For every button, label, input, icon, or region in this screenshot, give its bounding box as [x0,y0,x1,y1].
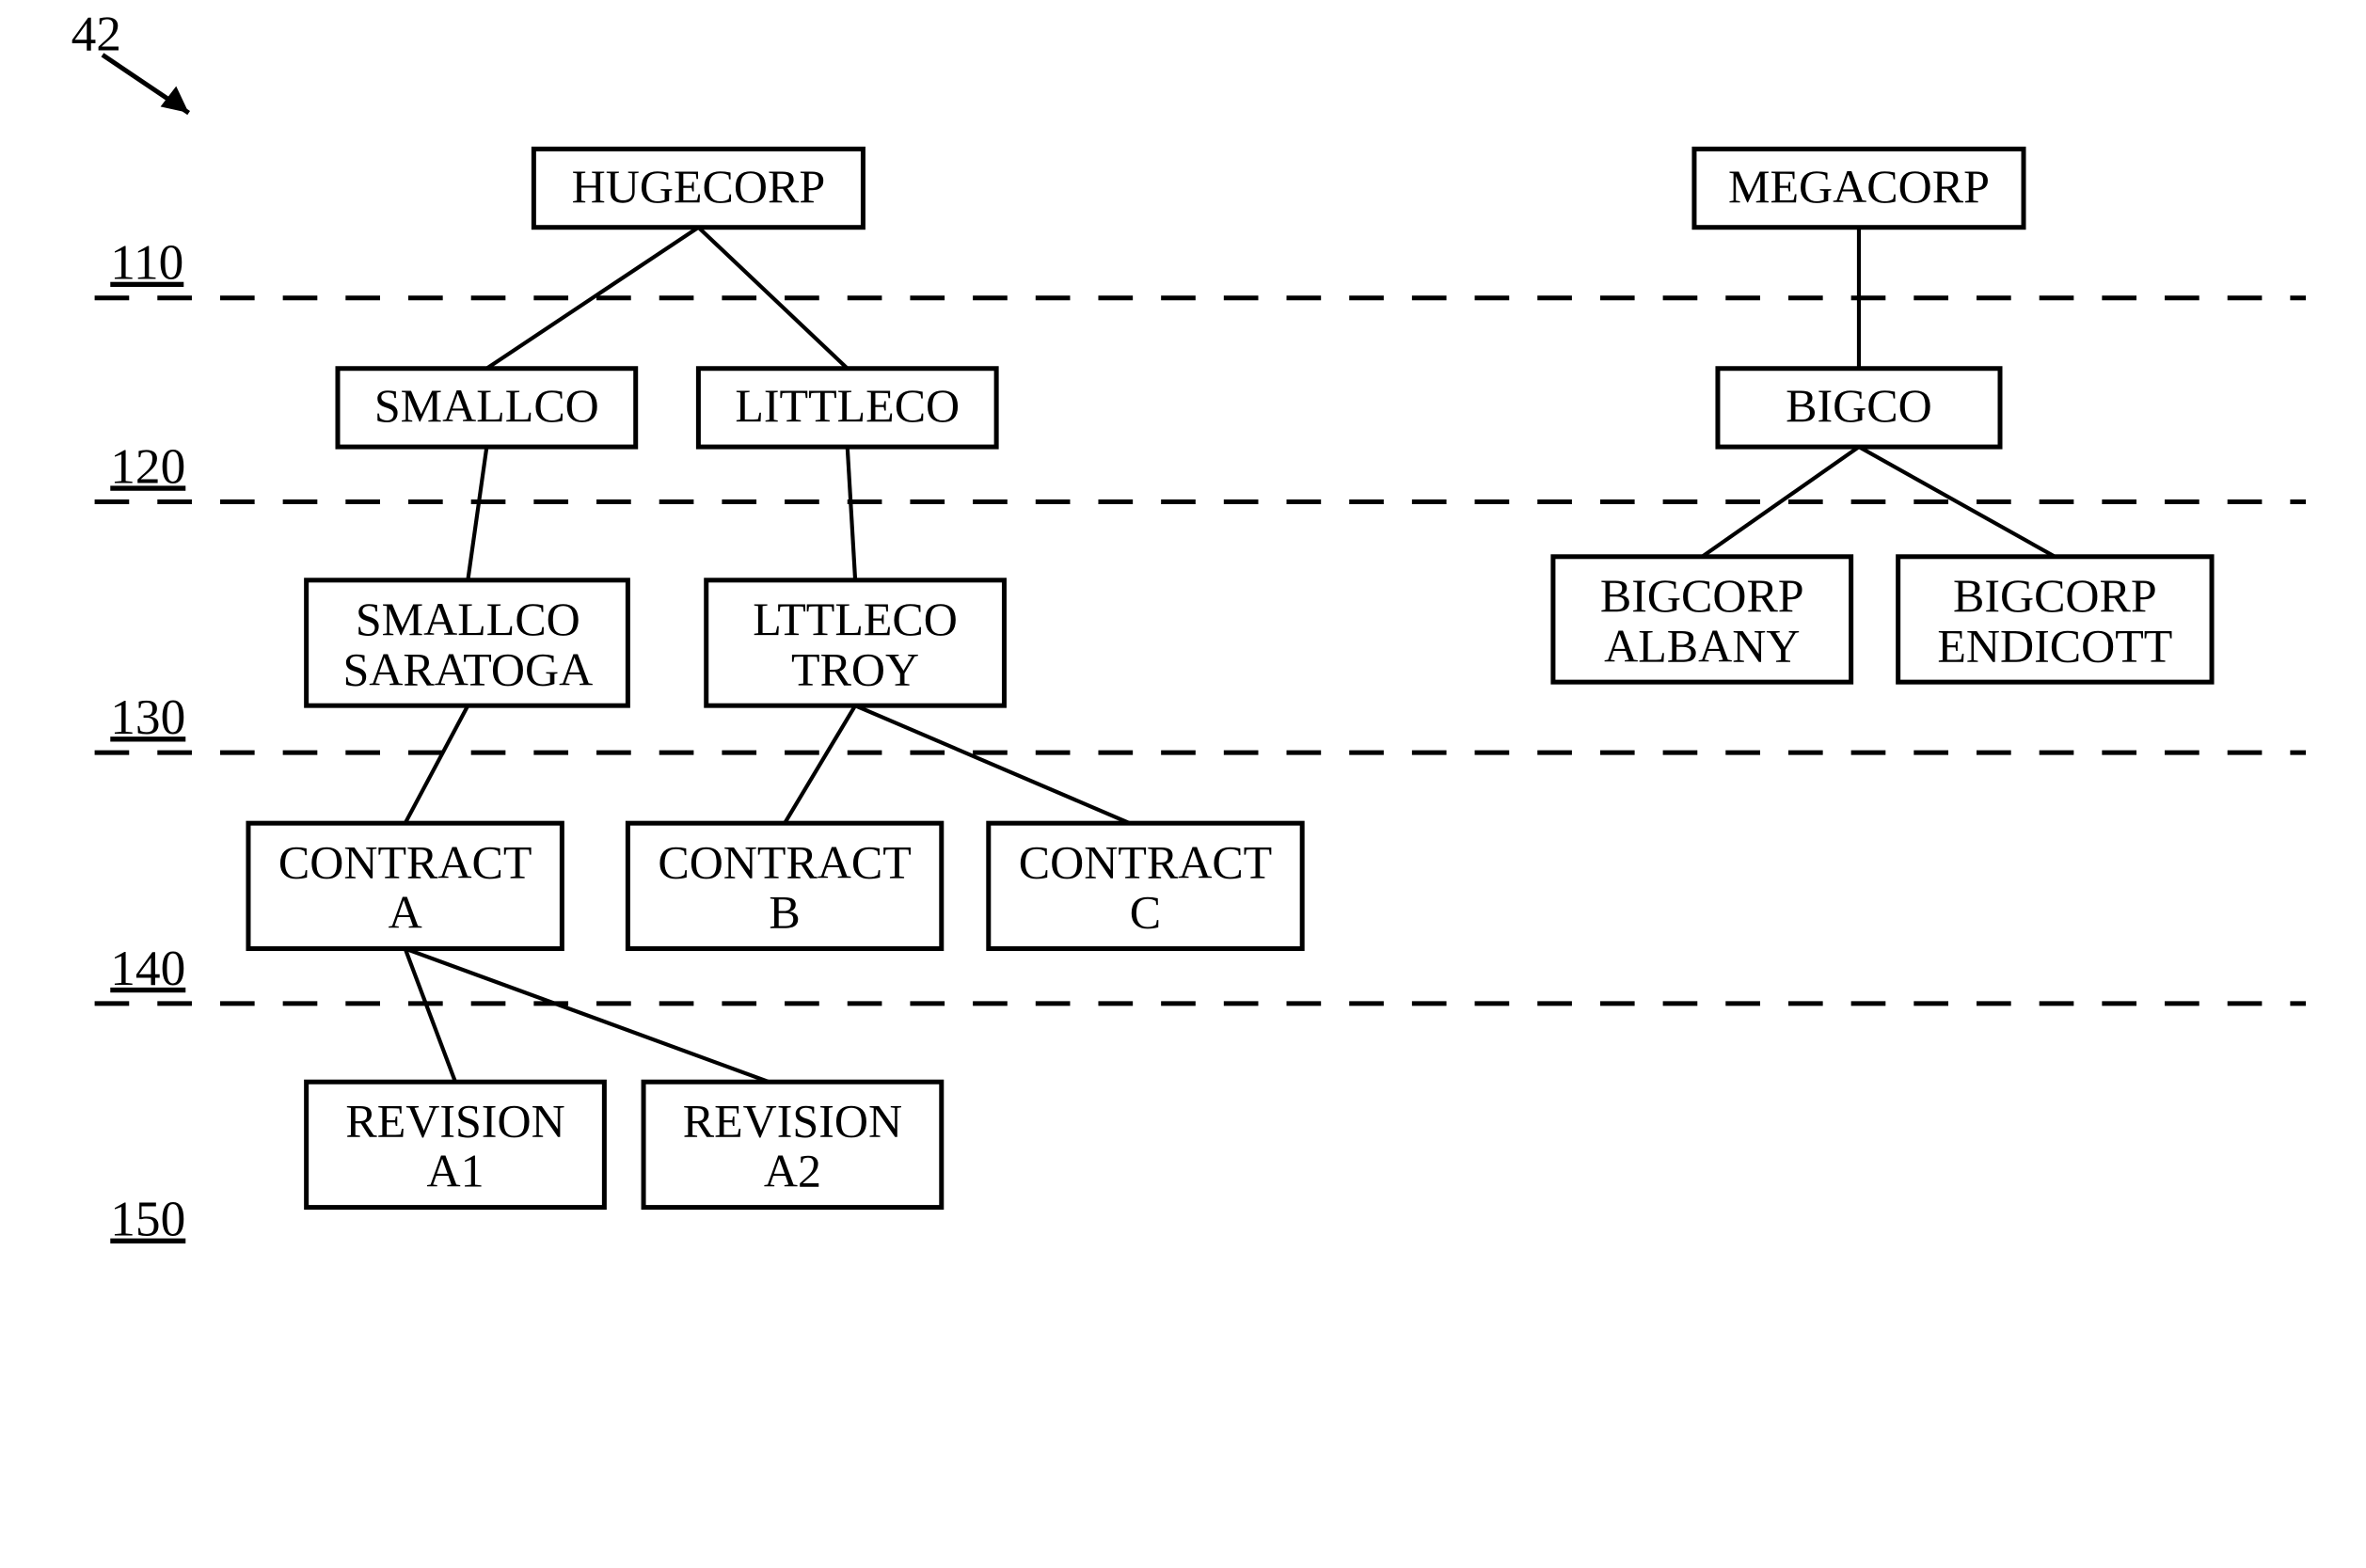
edge-contracta-reva2 [405,949,770,1083]
level-label-120: 120 [110,437,185,494]
node-smallco-saratoga-l1: SMALLCO [356,593,580,645]
node-lttleco-troy-l2: TROY [791,642,919,695]
node-contract-c-l2: C [1130,886,1161,939]
node-bigcorp-albany-l1: BIGCORP [1600,569,1804,622]
edge-hugecorp-littleco [698,228,847,369]
node-bigcorp-endicott-l2: ENDICOTT [1937,619,2172,672]
level-label-130: 130 [110,689,185,745]
node-bigco-label: BIGCO [1786,379,1932,432]
node-smallco-label: SMALLCO [374,379,599,432]
node-contract-c-l1: CONTRACT [1019,835,1272,888]
edge-troy-contractc [855,705,1130,823]
node-contract-a-l2: A [389,886,422,939]
edge-bigco-endicott [1859,447,2055,557]
edge-saratoga-contracta [405,705,468,823]
level-label-110: 110 [110,234,183,291]
level-label-140: 140 [110,940,185,996]
edge-smallco-saratoga [468,447,486,580]
node-bigcorp-albany-l2: ALBANY [1604,619,1800,672]
node-hugecorp-label: HUGECORP [572,160,825,213]
node-revision-a1-l1: REVISION [345,1094,564,1147]
edge-contracta-reva1 [405,949,455,1083]
diagram-canvas: 42 110 120 130 140 150 HUGECORP SMALLCO … [0,0,2366,1568]
edge-troy-contractb [785,705,855,823]
node-revision-a1-l2: A1 [426,1145,484,1197]
node-contract-a-l1: CONTRACT [278,835,532,888]
figure-number: 42 [71,5,121,61]
node-bigcorp-endicott-l1: BIGCORP [1953,569,2157,622]
node-smallco-saratoga-l2: SARATOGA [342,642,593,695]
edge-littleco-troy [848,447,855,580]
node-littleco-label: LITTLECO [735,379,960,432]
node-megacorp-label: MEGACORP [1728,160,1990,213]
node-lttleco-troy-l1: LTTLECO [753,593,958,645]
node-revision-a2-l1: REVISION [683,1094,902,1147]
level-label-150: 150 [110,1191,185,1247]
node-contract-b-l1: CONTRACT [658,835,911,888]
node-contract-b-l2: B [769,886,800,939]
node-revision-a2-l2: A2 [764,1145,821,1197]
